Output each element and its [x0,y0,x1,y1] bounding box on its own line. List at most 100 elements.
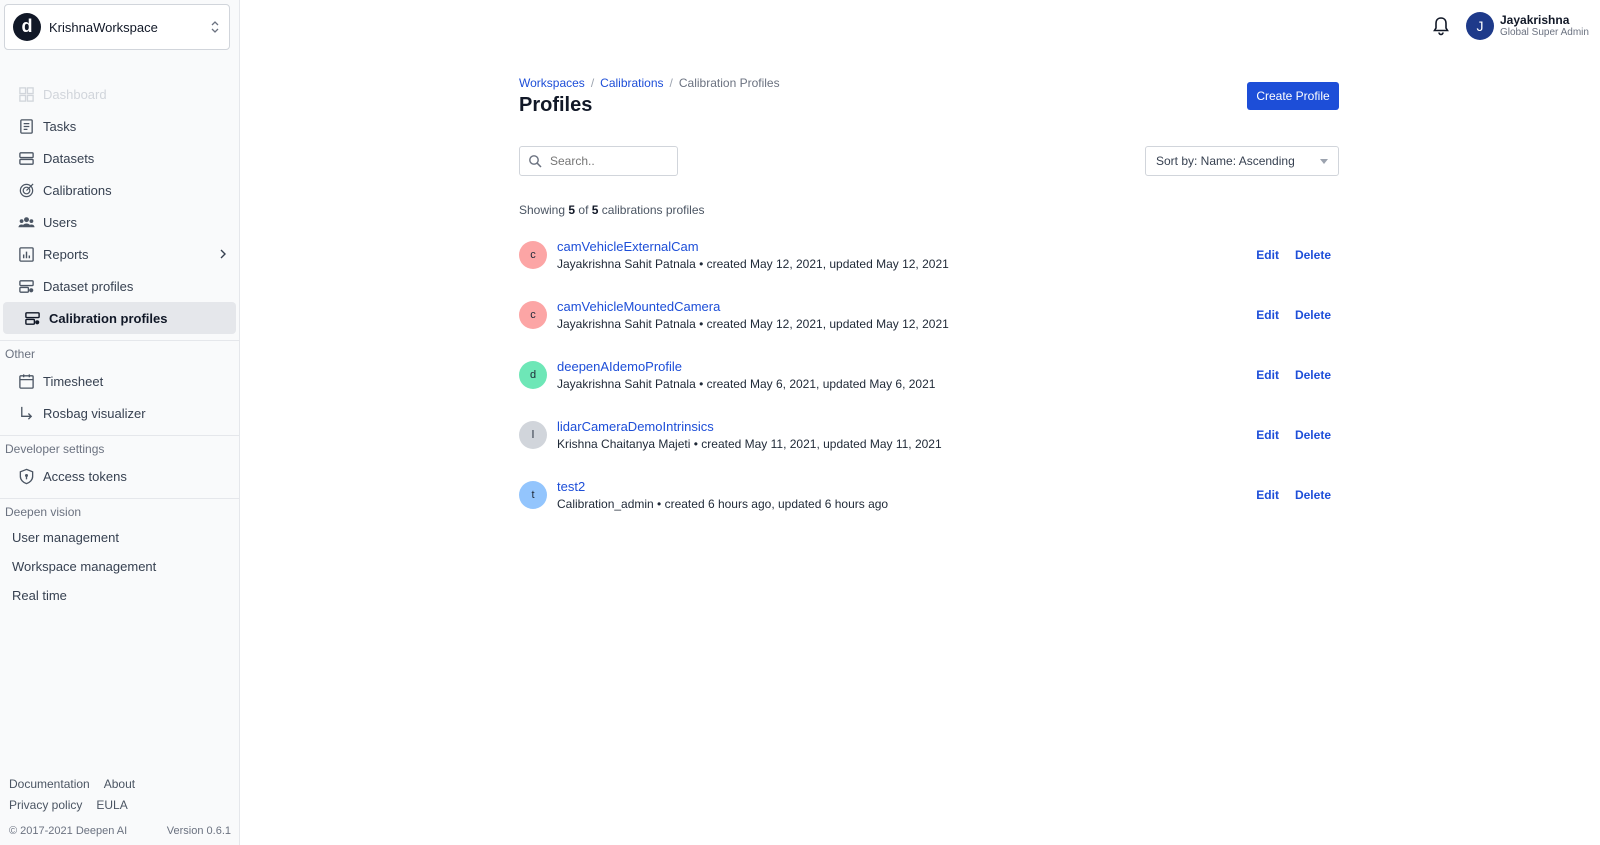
search-input[interactable] [550,154,668,168]
sidebar-item-user-management[interactable]: User management [0,523,239,552]
sidebar-item-users[interactable]: Users [3,206,236,238]
sidebar-nav: Dashboard Tasks Datasets Calibrations Us… [0,78,239,610]
sidebar-item-label: Dashboard [43,86,107,102]
sidebar-item-calibrations[interactable]: Calibrations [3,174,236,206]
search-box[interactable] [519,146,678,176]
sidebar-item-real-time[interactable]: Real time [0,581,239,610]
dashboard-icon [17,85,35,103]
section-title-deepen-vision: Deepen vision [5,505,82,519]
user-info[interactable]: Jayakrishna Global Super Admin [1500,12,1600,38]
avatar: l [519,421,547,449]
sidebar-item-rosbag-visualizer[interactable]: Rosbag visualizer [3,397,236,429]
sidebar-item-label: Calibrations [43,182,112,198]
eula-link[interactable]: EULA [96,798,127,812]
sidebar-item-reports[interactable]: Reports [3,238,236,270]
sidebar-item-timesheet[interactable]: Timesheet [3,365,236,397]
delete-button[interactable]: Delete [1295,248,1331,262]
breadcrumb: Workspaces / Calibrations / Calibration … [519,76,780,90]
avatar: t [519,481,547,509]
profile-meta: Krishna Chaitanya Majeti • created May 1… [557,437,942,451]
profile-name-link[interactable]: deepenAIdemoProfile [557,359,682,374]
list-item: d deepenAIdemoProfile Jayakrishna Sahit … [519,345,1339,405]
profile-name-link[interactable]: lidarCameraDemoIntrinsics [557,419,714,434]
list-item: c camVehicleExternalCam Jayakrishna Sahi… [519,225,1339,285]
about-link[interactable]: About [104,777,135,791]
profile-list: c camVehicleExternalCam Jayakrishna Sahi… [519,225,1339,525]
arrow-down-right-icon [17,404,35,422]
user-name: Jayakrishna [1500,12,1570,27]
calendar-icon [17,372,35,390]
breadcrumb-calibrations[interactable]: Calibrations [600,76,663,90]
documentation-link[interactable]: Documentation [9,777,90,791]
delete-button[interactable]: Delete [1295,488,1331,502]
results-count: Showing 5 of 5 calibrations profiles [519,203,705,217]
list-item: l lidarCameraDemoIntrinsics Krishna Chai… [519,405,1339,465]
breadcrumb-workspaces[interactable]: Workspaces [519,76,585,90]
sidebar-item-label: Rosbag visualizer [43,405,146,421]
profile-name-link[interactable]: camVehicleMountedCamera [557,299,720,314]
workspace-name: KrishnaWorkspace [49,19,158,35]
sort-select[interactable]: Sort by: Name: Ascending [1145,146,1339,176]
sidebar-item-tasks[interactable]: Tasks [3,110,236,142]
list-item: t test2 Calibration_admin • created 6 ho… [519,465,1339,525]
sort-label: Sort by: Name: Ascending [1156,154,1295,168]
sidebar-item-label: Dataset profiles [43,278,134,294]
sidebar: d KrishnaWorkspace Dashboard Tasks Datas… [0,0,240,845]
version-text: Version 0.6.1 [166,825,231,837]
profile-meta: Jayakrishna Sahit Patnala • created May … [557,317,949,331]
sidebar-item-dataset-profiles[interactable]: Dataset profiles [3,270,236,302]
workspace-switcher[interactable]: d KrishnaWorkspace [4,4,230,50]
results-suffix: calibrations profiles [601,203,705,217]
section-title-developer-settings: Developer settings [5,442,105,456]
edit-button[interactable]: Edit [1256,428,1279,442]
breadcrumb-separator: / [590,76,595,90]
sidebar-item-calibration-profiles[interactable]: Calibration profiles [3,302,236,334]
chevron-right-icon [220,249,226,259]
delete-button[interactable]: Delete [1295,368,1331,382]
search-icon [529,155,542,168]
results-of: of [578,203,589,217]
profile-name-link[interactable]: test2 [557,479,585,494]
chevron-up-down-icon [211,21,219,33]
copyright-text: © 2017-2021 Deepen AI [9,825,128,837]
bell-icon[interactable] [1430,15,1452,37]
dataset-profiles-icon [17,277,35,295]
users-icon [17,213,35,231]
edit-button[interactable]: Edit [1256,308,1279,322]
avatar: c [519,301,547,329]
sidebar-item-label: Calibration profiles [49,310,168,326]
sidebar-item-workspace-management[interactable]: Workspace management [0,552,239,581]
calibrations-icon [17,181,35,199]
results-prefix: Showing [519,203,566,217]
reports-icon [17,245,35,263]
sidebar-item-datasets[interactable]: Datasets [3,142,236,174]
profile-name-link[interactable]: camVehicleExternalCam [557,239,699,254]
breadcrumb-current: Calibration Profiles [678,76,780,90]
sidebar-item-label: Access tokens [43,468,127,484]
user-avatar[interactable]: J [1466,12,1494,40]
sidebar-item-dashboard[interactable]: Dashboard [3,78,236,110]
delete-button[interactable]: Delete [1295,428,1331,442]
caret-down-icon [1320,158,1328,164]
workspace-logo: d [13,13,41,41]
sidebar-item-label: Tasks [43,118,77,134]
edit-button[interactable]: Edit [1256,248,1279,262]
section-title-other: Other [5,347,36,361]
breadcrumb-separator: / [669,76,673,90]
user-area: J Jayakrishna Global Super Admin [1430,0,1600,52]
sidebar-item-label: Users [43,214,77,230]
edit-button[interactable]: Edit [1256,488,1279,502]
delete-button[interactable]: Delete [1295,308,1331,322]
calibration-profiles-icon [23,309,41,327]
sidebar-footer: Documentation About Privacy policy EULA … [9,777,231,837]
profile-meta: Jayakrishna Sahit Patnala • created May … [557,257,949,271]
edit-button[interactable]: Edit [1256,368,1279,382]
sidebar-item-label: Datasets [43,150,95,166]
sidebar-item-access-tokens[interactable]: Access tokens [3,460,236,492]
profile-meta: Calibration_admin • created 6 hours ago,… [557,497,889,511]
create-profile-button[interactable]: Create Profile [1247,82,1339,110]
results-shown: 5 [568,203,576,217]
privacy-policy-link[interactable]: Privacy policy [9,798,82,812]
avatar: d [519,361,547,389]
shield-icon [17,467,35,485]
